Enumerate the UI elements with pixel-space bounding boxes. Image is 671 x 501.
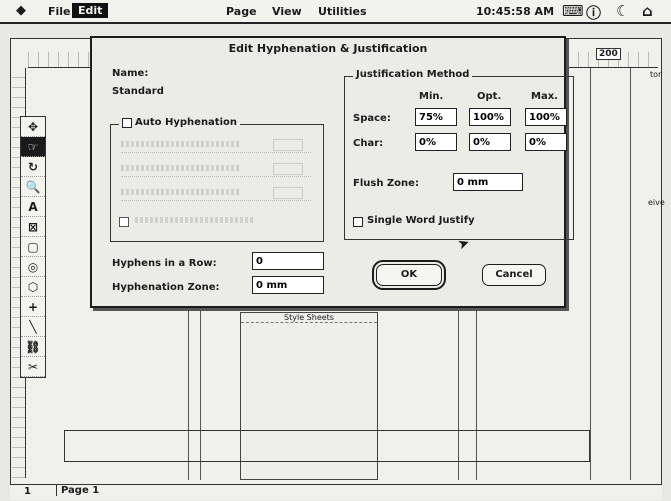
disabled-option-row — [121, 187, 311, 201]
margin-guide — [590, 68, 591, 480]
menu-bar: ◆ File Edit Page View Utilities 10:45:58… — [0, 0, 671, 24]
name-value[interactable]: Standard — [112, 86, 164, 97]
menu-utilities[interactable]: Utilities — [318, 5, 367, 18]
disabled-checkbox — [119, 217, 129, 227]
content-tool-icon[interactable]: ☞ — [21, 137, 45, 157]
hyphens-in-row-field[interactable] — [252, 252, 324, 270]
hyphens-in-row-label: Hyphens in a Row: — [112, 258, 217, 269]
text-box-tool-icon[interactable]: A — [21, 197, 45, 217]
menu-view[interactable]: View — [272, 5, 302, 18]
auto-hyphenation-label: Auto Hyphenation — [135, 117, 238, 128]
hyphenation-justification-dialog: Edit Hyphenation & Justification Name: S… — [90, 36, 574, 308]
space-max-field[interactable] — [525, 108, 567, 126]
polygon-picture-tool-icon[interactable]: ⬡ — [21, 277, 45, 297]
single-word-justify-checkbox[interactable] — [353, 217, 363, 227]
justification-method-title: Justification Method — [353, 69, 473, 80]
tools-palette: ✥ ☞ ↻ 🔍 A ⊠ ▢ ◎ ⬡ + ╲ ⛓ ✂ — [20, 116, 46, 378]
disabled-option-row — [135, 215, 311, 229]
margin-guide — [630, 68, 631, 480]
opt-header: Opt. — [477, 91, 502, 102]
hyphenation-zone-label: Hyphenation Zone: — [112, 282, 220, 293]
linking-tool-icon[interactable]: ⛓ — [21, 337, 45, 357]
char-min-field[interactable] — [415, 133, 457, 151]
finder-icon[interactable]: ⌂ — [642, 2, 653, 20]
ruler-marker: 200 — [596, 48, 621, 60]
disabled-option-row — [121, 163, 311, 177]
max-header: Max. — [531, 91, 558, 102]
menu-edit[interactable]: Edit — [72, 3, 109, 18]
text-box-frame[interactable] — [64, 430, 590, 462]
rectangle-picture-tool-icon[interactable]: ⊠ — [21, 217, 45, 237]
auto-hyphenation-group: Auto Hyphenation — [110, 117, 324, 242]
unlinking-tool-icon[interactable]: ✂ — [21, 357, 45, 377]
space-label: Space: — [353, 113, 391, 124]
space-min-field[interactable] — [415, 108, 457, 126]
zoom-level[interactable]: 1 — [24, 486, 31, 497]
char-max-field[interactable] — [525, 133, 567, 151]
rotation-tool-icon[interactable]: ↻ — [21, 157, 45, 177]
menu-file[interactable]: File — [48, 5, 71, 18]
cancel-button[interactable]: Cancel — [482, 264, 546, 286]
char-opt-field[interactable] — [469, 133, 511, 151]
min-header: Min. — [419, 91, 444, 102]
disabled-option-row — [121, 139, 311, 153]
flush-zone-field[interactable] — [453, 173, 523, 191]
name-label: Name: — [112, 68, 149, 79]
keyboard-icon[interactable]: ⌨ — [562, 2, 584, 20]
rounded-picture-tool-icon[interactable]: ▢ — [21, 237, 45, 257]
auto-hyphenation-checkbox[interactable] — [122, 117, 132, 128]
right-peek-text: tor — [650, 70, 662, 79]
menu-page[interactable]: Page — [226, 5, 257, 18]
item-tool-icon[interactable]: ✥ — [21, 117, 45, 137]
single-word-justify-label[interactable]: Single Word Justify — [367, 215, 475, 226]
menu-clock: 10:45:58 AM — [476, 5, 555, 18]
line-tool-icon[interactable]: ╲ — [21, 317, 45, 337]
justification-method-group: Justification Method Min. Opt. Max. Spac… — [344, 69, 574, 240]
auto-hyphenation-option[interactable]: Auto Hyphenation — [119, 117, 241, 128]
style-sheets-title[interactable]: Style Sheets — [241, 313, 377, 323]
hyphenation-zone-field[interactable] — [252, 276, 324, 294]
right-peek-text: eive — [648, 198, 665, 207]
balloon-help-icon[interactable]: ⓘ — [586, 2, 601, 23]
space-opt-field[interactable] — [469, 108, 511, 126]
zoom-tool-icon[interactable]: 🔍 — [21, 177, 45, 197]
status-bar: 1 Page 1 — [10, 484, 662, 500]
orthogonal-line-tool-icon[interactable]: + — [21, 297, 45, 317]
apple-menu-icon[interactable]: ◆ — [16, 3, 26, 18]
flush-zone-label: Flush Zone: — [353, 178, 419, 189]
ok-button[interactable]: OK — [372, 260, 446, 290]
dialog-title: Edit Hyphenation & Justification — [228, 42, 428, 55]
char-label: Char: — [353, 138, 384, 149]
application-menu-icon[interactable]: ☾ — [616, 2, 629, 20]
page-indicator[interactable]: Page 1 — [56, 485, 99, 496]
oval-picture-tool-icon[interactable]: ◎ — [21, 257, 45, 277]
